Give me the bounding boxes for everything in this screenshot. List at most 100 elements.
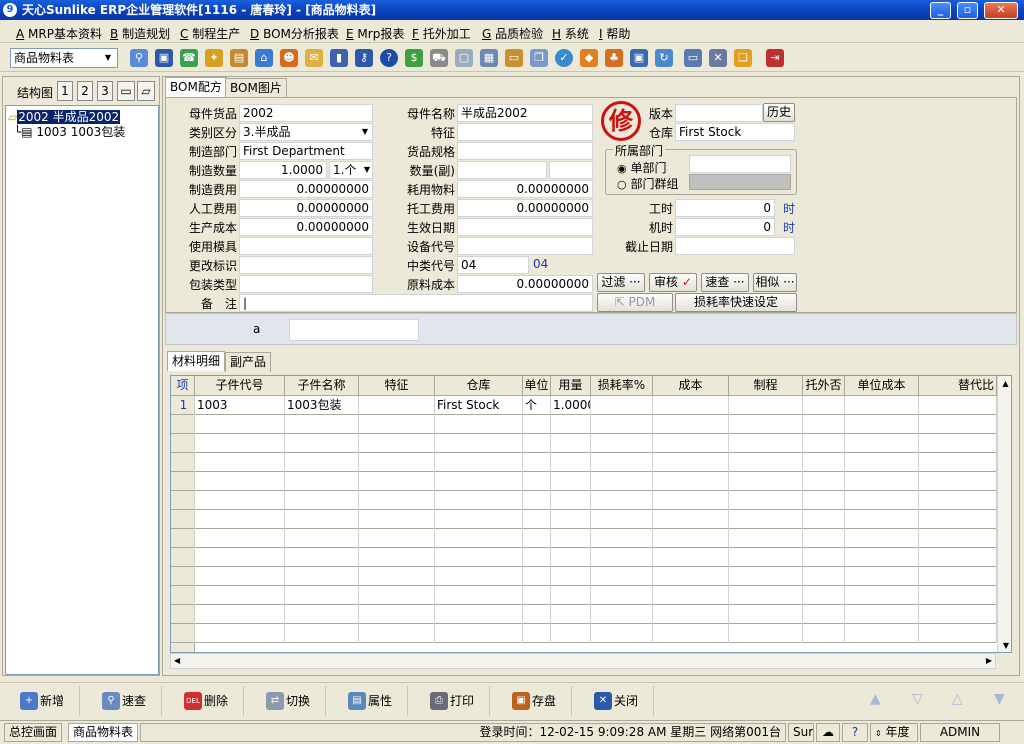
empty-row[interactable]	[171, 548, 997, 567]
tab-material-detail[interactable]: 材料明细	[167, 351, 226, 371]
empty-cell[interactable]	[285, 415, 359, 434]
empty-cell[interactable]	[523, 605, 551, 624]
cell-loss-rate[interactable]	[591, 396, 653, 415]
empty-row[interactable]	[171, 453, 997, 472]
empty-cell[interactable]	[285, 510, 359, 529]
empty-cell[interactable]	[653, 434, 729, 453]
empty-cell[interactable]	[195, 605, 285, 624]
empty-cell[interactable]	[803, 605, 845, 624]
level-1-button[interactable]: 1	[57, 81, 73, 101]
empty-cell[interactable]	[729, 472, 803, 491]
labor-cost-field[interactable]: 0.00000000	[239, 199, 373, 217]
eff-date-field[interactable]	[457, 218, 593, 236]
empty-cell[interactable]	[591, 624, 653, 643]
empty-cell[interactable]	[551, 567, 591, 586]
wizard-icon[interactable]: ✦	[205, 49, 223, 67]
empty-cell[interactable]	[359, 453, 435, 472]
empty-cell[interactable]	[729, 453, 803, 472]
empty-cell[interactable]	[803, 510, 845, 529]
empty-cell[interactable]	[919, 624, 997, 643]
scroll-right-icon[interactable]: ▶	[986, 654, 992, 668]
empty-cell[interactable]	[729, 548, 803, 567]
window-icon[interactable]: ▭	[684, 49, 702, 67]
empty-cell[interactable]	[195, 529, 285, 548]
menu-mrp-report[interactable]: E Mrp报表	[346, 25, 404, 42]
consume-field[interactable]: 0.00000000	[457, 180, 593, 198]
empty-cell[interactable]	[359, 529, 435, 548]
empty-cell[interactable]	[551, 624, 591, 643]
restore-button[interactable]: ▫	[957, 2, 978, 19]
users-icon[interactable]: ☻	[280, 49, 298, 67]
quick-search-button[interactable]: 速查 ···	[701, 273, 749, 292]
empty-cell[interactable]	[435, 415, 523, 434]
empty-cell[interactable]	[285, 548, 359, 567]
empty-cell[interactable]	[803, 453, 845, 472]
menu-mrp-basic[interactable]: A MRP基本资料	[16, 25, 102, 42]
empty-row[interactable]	[171, 567, 997, 586]
tree-icon[interactable]: ⚲	[130, 49, 148, 67]
key-icon[interactable]: ⚷	[355, 49, 373, 67]
empty-cell[interactable]	[803, 624, 845, 643]
empty-cell[interactable]	[195, 415, 285, 434]
empty-cell[interactable]	[435, 567, 523, 586]
copy-icon[interactable]: ❐	[530, 49, 548, 67]
empty-cell[interactable]	[729, 415, 803, 434]
empty-cell[interactable]	[551, 491, 591, 510]
empty-cell[interactable]	[195, 624, 285, 643]
book-icon[interactable]: ▮	[330, 49, 348, 67]
empty-cell[interactable]	[919, 548, 997, 567]
empty-cell[interactable]	[845, 453, 919, 472]
save-button[interactable]: ▣ 存盘	[496, 686, 572, 716]
mail-icon[interactable]: ✉	[305, 49, 323, 67]
empty-cell[interactable]	[803, 491, 845, 510]
empty-row[interactable]	[171, 491, 997, 510]
end-date-field[interactable]	[675, 237, 795, 255]
empty-cell[interactable]	[729, 605, 803, 624]
table-row[interactable]: 1 1003 1003包装 First Stock 个 1.0000	[171, 396, 997, 415]
empty-cell[interactable]	[359, 472, 435, 491]
empty-cell[interactable]	[919, 415, 997, 434]
empty-cell[interactable]	[919, 472, 997, 491]
parent-item-field[interactable]: 2002	[239, 104, 373, 122]
empty-cell[interactable]	[591, 529, 653, 548]
empty-cell[interactable]	[435, 510, 523, 529]
empty-cell[interactable]	[803, 548, 845, 567]
empty-cell[interactable]	[729, 510, 803, 529]
mfg-cost-field[interactable]: 0.00000000	[239, 180, 373, 198]
empty-cell[interactable]	[435, 605, 523, 624]
empty-cell[interactable]	[523, 586, 551, 605]
empty-cell[interactable]	[591, 605, 653, 624]
empty-row[interactable]	[171, 586, 997, 605]
empty-cell[interactable]	[591, 548, 653, 567]
cell-cost[interactable]	[653, 396, 729, 415]
cell-child-code[interactable]: 1003	[195, 396, 285, 415]
empty-cell[interactable]	[435, 491, 523, 510]
briefcase-icon[interactable]: ▤	[230, 49, 248, 67]
empty-cell[interactable]	[919, 491, 997, 510]
empty-cell[interactable]	[523, 529, 551, 548]
switch-button[interactable]: ⇄ 切换	[250, 686, 326, 716]
empty-cell[interactable]	[551, 453, 591, 472]
last-record-icon[interactable]: ▼	[994, 691, 1005, 707]
sub-qty-unit-field[interactable]	[549, 161, 593, 179]
close-doc-icon[interactable]: ✕	[709, 49, 727, 67]
close-window-button[interactable]: ✕	[984, 2, 1018, 19]
tab-by-product[interactable]: 副产品	[225, 352, 272, 372]
spin-icon[interactable]: ⇕	[875, 729, 882, 738]
empty-cell[interactable]	[551, 605, 591, 624]
org-chart-icon[interactable]: ♣	[605, 49, 623, 67]
home-tab[interactable]: 总控画面	[4, 723, 63, 742]
dept-group-radio[interactable]: ○ 部门群组	[617, 175, 678, 192]
document-icon[interactable]: ▢	[455, 49, 473, 67]
cell-feature[interactable]	[359, 396, 435, 415]
outsource-field[interactable]: 0.00000000	[457, 199, 593, 217]
extra-field[interactable]	[289, 319, 419, 341]
empty-cell[interactable]	[653, 567, 729, 586]
empty-cell[interactable]	[591, 415, 653, 434]
empty-cell[interactable]	[435, 548, 523, 567]
first-record-icon[interactable]: ▲	[870, 691, 881, 707]
empty-cell[interactable]	[803, 586, 845, 605]
empty-cell[interactable]	[845, 529, 919, 548]
monitor-icon[interactable]: ▣	[155, 49, 173, 67]
empty-cell[interactable]	[845, 548, 919, 567]
